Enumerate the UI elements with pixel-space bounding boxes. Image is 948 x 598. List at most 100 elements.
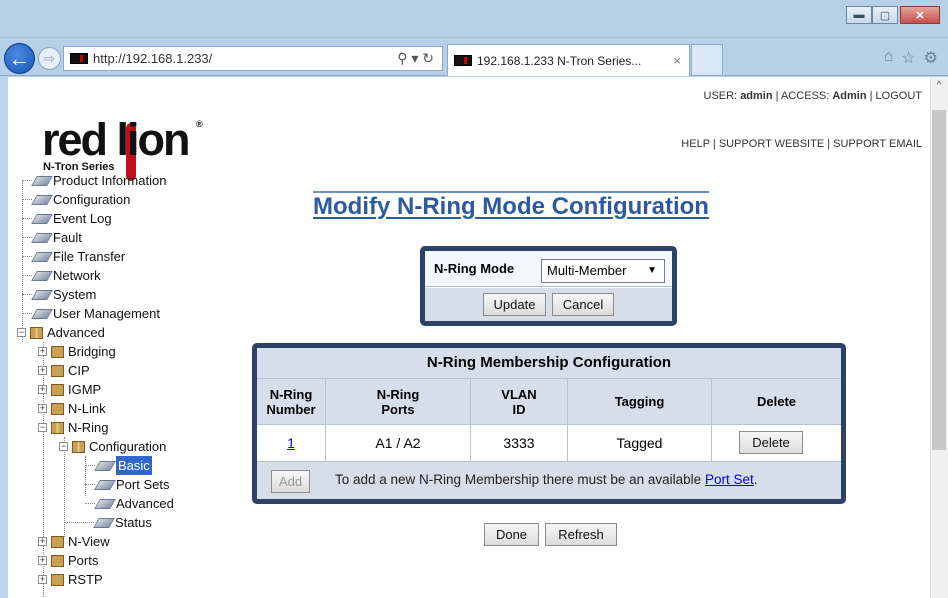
tree-item-advanced[interactable]: − Advanced	[17, 323, 105, 342]
tree-item-basic[interactable]: Basic	[85, 456, 152, 475]
folder-open-icon	[30, 326, 43, 339]
logout-link[interactable]: LOGOUT	[876, 90, 922, 102]
expand-icon[interactable]: +	[38, 385, 47, 394]
page-icon	[31, 270, 53, 281]
tree-item-system[interactable]: System	[22, 285, 96, 304]
tab-favicon-icon	[454, 55, 472, 66]
home-icon[interactable]: ⌂	[884, 48, 894, 68]
scrollbar-thumb[interactable]	[932, 110, 946, 450]
mode-row: N-Ring Mode Multi-Member ▼	[425, 251, 672, 287]
forward-arrow-icon: ⇨	[44, 50, 55, 66]
expand-icon[interactable]: +	[38, 556, 47, 565]
back-arrow-icon: ←	[8, 45, 31, 71]
separator: |	[869, 90, 873, 102]
forward-button[interactable]: ⇨	[38, 47, 61, 70]
page-icon	[31, 194, 53, 205]
tree-item-file-transfer[interactable]: File Transfer	[22, 247, 125, 266]
tree-item-ports[interactable]: + Ports	[38, 551, 98, 570]
tree-item-bridging[interactable]: + Bridging	[38, 342, 116, 361]
tree-item-nring-configuration[interactable]: − Configuration	[59, 437, 166, 456]
table-cell-delete: Delete	[712, 424, 841, 461]
expand-icon[interactable]: +	[38, 366, 47, 375]
collapse-icon[interactable]: −	[59, 442, 68, 451]
maximize-button[interactable]: ▢	[872, 6, 898, 24]
tree-item-user-management[interactable]: User Management	[22, 304, 160, 323]
window-controls: ▬ ▢ ✕	[846, 6, 940, 24]
tree-item-event-log[interactable]: Event Log	[22, 209, 112, 228]
separator: |	[712, 138, 716, 150]
user-info: USER: admin | ACCESS: Admin | LOGOUT	[704, 90, 923, 102]
back-button[interactable]: ←	[4, 43, 35, 74]
cancel-button[interactable]: Cancel	[552, 293, 614, 316]
nring-number-link[interactable]: 1	[287, 435, 295, 451]
table-title: N-Ring Membership Configuration	[257, 348, 841, 378]
mode-button-row: Update Cancel	[425, 288, 672, 321]
folder-open-icon	[72, 440, 85, 453]
chevron-down-icon: ▼	[647, 265, 657, 276]
folder-icon	[51, 535, 64, 548]
site-favicon-icon	[70, 53, 88, 64]
nring-mode-panel: N-Ring Mode Multi-Member ▼ Update Cancel	[420, 246, 677, 326]
page-icon	[31, 175, 53, 186]
page-icon	[93, 517, 115, 528]
page-icon	[31, 289, 53, 300]
minimize-button[interactable]: ▬	[846, 6, 872, 24]
expand-icon[interactable]: +	[38, 575, 47, 584]
page-icon	[31, 232, 53, 243]
star-icon[interactable]: ☆	[901, 48, 915, 68]
tree-item-rstp[interactable]: + RSTP	[38, 570, 103, 589]
port-set-link[interactable]: Port Set	[705, 472, 754, 487]
folder-icon	[51, 383, 64, 396]
tree-item-nring-advanced[interactable]: Advanced	[85, 494, 174, 513]
table-cell-vlan: 3333	[471, 424, 568, 461]
column-header-ports: N-Ring Ports	[326, 378, 471, 424]
table-cell-number[interactable]: 1	[257, 424, 326, 461]
tree-item-fault[interactable]: Fault	[22, 228, 82, 247]
folder-icon	[51, 402, 64, 415]
tree-item-product-information[interactable]: Product Information	[22, 171, 166, 190]
gear-icon[interactable]: ⚙	[924, 48, 938, 68]
expand-icon[interactable]: +	[38, 404, 47, 413]
support-email-link[interactable]: SUPPORT EMAIL	[833, 138, 922, 150]
expand-icon[interactable]: +	[38, 347, 47, 356]
done-button[interactable]: Done	[484, 523, 539, 546]
nring-mode-value: Multi-Member	[547, 263, 627, 278]
tree-item-n-link[interactable]: + N-Link	[38, 399, 106, 418]
folder-icon	[51, 345, 64, 358]
tree-item-n-view[interactable]: + N-View	[38, 532, 110, 551]
tree-item-port-sets[interactable]: Port Sets	[85, 475, 169, 494]
column-header-number: N-Ring Number	[257, 378, 326, 424]
tree-item-igmp[interactable]: + IGMP	[38, 380, 101, 399]
expand-icon[interactable]: +	[38, 537, 47, 546]
delete-button[interactable]: Delete	[739, 431, 803, 454]
address-bar[interactable]: http://192.168.1.233/ ⚲ ▾ ↻	[63, 46, 443, 71]
page-icon	[31, 213, 53, 224]
close-button[interactable]: ✕	[900, 6, 940, 24]
scroll-up-arrow-icon[interactable]: ^	[930, 77, 948, 95]
tree-item-network[interactable]: Network	[22, 266, 101, 285]
add-row: Add To add a new N-Ring Membership there…	[257, 461, 841, 499]
tree-item-status[interactable]: Status	[64, 513, 152, 532]
logo-registered: ®	[196, 119, 203, 129]
table-cell-ports: A1 / A2	[326, 424, 471, 461]
collapse-icon[interactable]: −	[38, 423, 47, 432]
refresh-button[interactable]: Refresh	[545, 523, 617, 546]
tree-item-configuration[interactable]: Configuration	[22, 190, 130, 209]
nring-mode-label: N-Ring Mode	[434, 261, 515, 276]
help-link[interactable]: HELP	[681, 138, 710, 150]
tree-item-n-ring[interactable]: − N-Ring	[38, 418, 108, 437]
folder-icon	[51, 554, 64, 567]
tree-item-cip[interactable]: + CIP	[38, 361, 90, 380]
collapse-icon[interactable]: −	[17, 328, 26, 337]
address-tools[interactable]: ⚲ ▾ ↻	[397, 50, 434, 67]
nring-mode-select[interactable]: Multi-Member ▼	[541, 259, 665, 283]
support-website-link[interactable]: SUPPORT WEBSITE	[719, 138, 824, 150]
browser-tab[interactable]: 192.168.1.233 N-Tron Series... ×	[447, 44, 690, 76]
new-tab-button[interactable]	[691, 44, 723, 75]
logo-brand: red lion	[42, 114, 191, 165]
tab-close-icon[interactable]: ×	[673, 53, 681, 68]
add-button[interactable]: Add	[271, 470, 310, 493]
address-url[interactable]: http://192.168.1.233/	[93, 51, 212, 66]
page-icon	[31, 308, 53, 319]
update-button[interactable]: Update	[483, 293, 546, 316]
